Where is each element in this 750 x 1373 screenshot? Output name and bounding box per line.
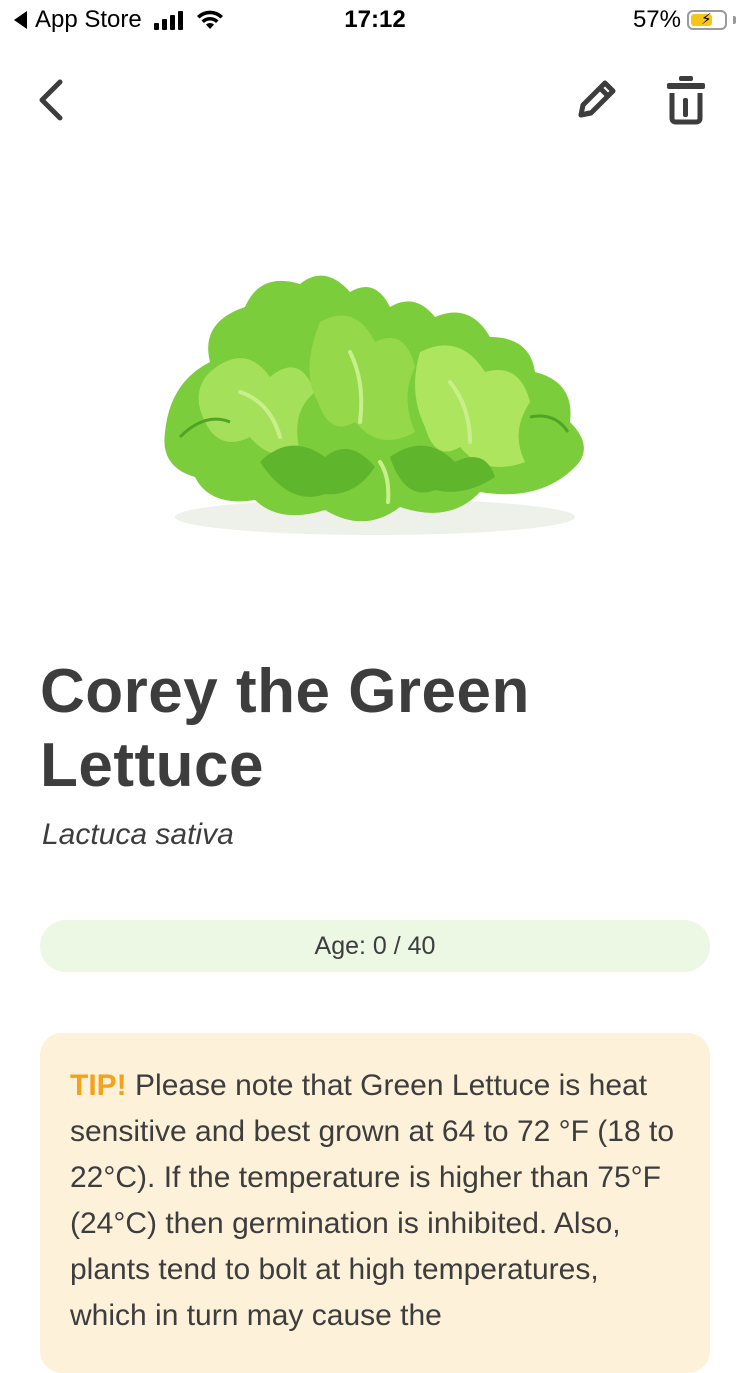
tip-paragraph: TIP! Please note that Green Lettuce is h… xyxy=(70,1063,680,1339)
charging-bolt-icon: ⚡ xyxy=(701,11,712,28)
tip-card: TIP! Please note that Green Lettuce is h… xyxy=(40,1033,710,1373)
status-bar: App Store 17:12 57% ⚡ xyxy=(0,0,750,42)
battery-status: 57% ⚡ xyxy=(633,6,736,34)
edit-button[interactable] xyxy=(566,70,626,130)
age-progress-bar: Age: 0 / 40 xyxy=(40,920,710,972)
trash-icon xyxy=(667,76,705,125)
battery-icon: ⚡ xyxy=(687,10,727,30)
back-button[interactable] xyxy=(22,70,82,130)
delete-button[interactable] xyxy=(656,70,716,130)
lettuce-image xyxy=(164,275,584,535)
age-label: Age: 0 / 40 xyxy=(314,931,436,960)
battery-percent: 57% xyxy=(632,6,681,33)
chevron-left-icon xyxy=(39,79,63,121)
tip-text: Please note that Green Lettuce is heat s… xyxy=(70,1069,675,1332)
tip-label: TIP! xyxy=(70,1069,127,1102)
plant-name: Corey the Green Lettuce xyxy=(40,657,530,800)
pencil-icon xyxy=(578,80,616,118)
battery-cap xyxy=(733,16,736,24)
scientific-name: Lactuca sativa xyxy=(42,818,234,851)
